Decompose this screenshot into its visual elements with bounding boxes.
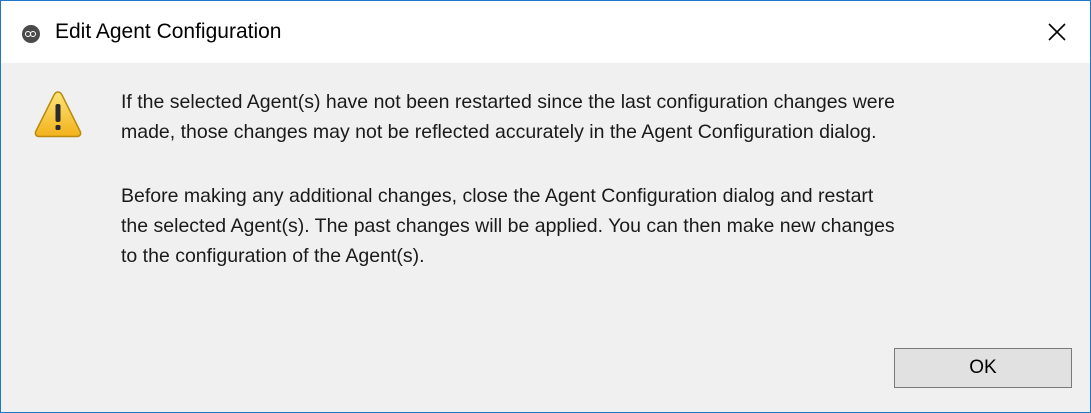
warning-icon (34, 91, 82, 138)
dialog-title: Edit Agent Configuration (55, 20, 282, 43)
dialog-window: Edit Agent Configuration If the selected… (0, 0, 1091, 413)
close-icon (1048, 23, 1066, 41)
title-bar[interactable]: Edit Agent Configuration (1, 1, 1090, 63)
message-text: If the selected Agent(s) have not been r… (121, 87, 1071, 271)
close-button[interactable] (1024, 1, 1090, 63)
ok-button[interactable]: OK (894, 348, 1072, 388)
message-paragraph-2: Before making any additional changes, cl… (121, 185, 895, 267)
app-logo-icon (22, 25, 40, 43)
message-paragraph-1: If the selected Agent(s) have not been r… (121, 91, 895, 143)
